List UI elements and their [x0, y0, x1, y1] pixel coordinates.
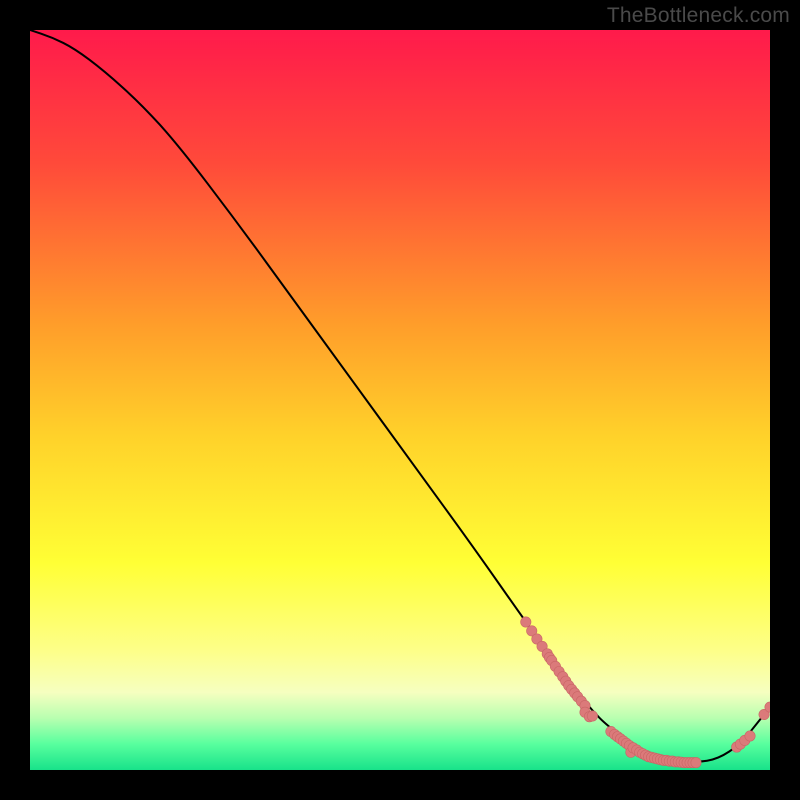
chart-frame: TheBottleneck.com — [0, 0, 800, 800]
plot-area — [30, 30, 770, 770]
data-marker — [691, 757, 701, 767]
bottleneck-chart — [30, 30, 770, 770]
gradient-background — [30, 30, 770, 770]
data-marker — [745, 731, 755, 741]
watermark-text: TheBottleneck.com — [607, 4, 790, 28]
data-marker — [521, 617, 531, 627]
data-marker — [587, 711, 597, 721]
